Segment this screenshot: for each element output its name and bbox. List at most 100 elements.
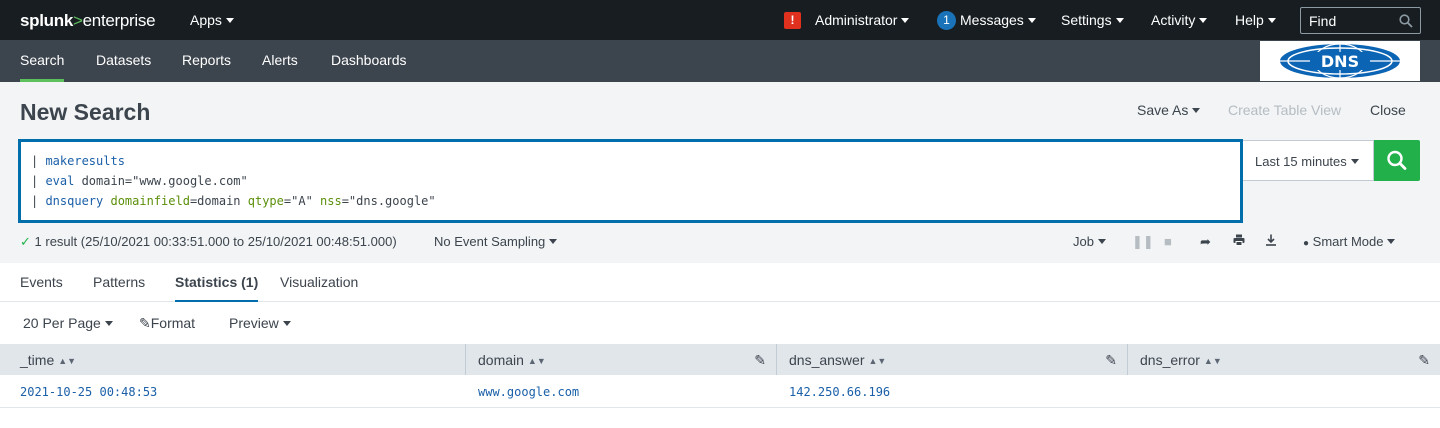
query-arg-value: ="A" (283, 194, 313, 208)
tab-statistics[interactable]: Statistics (1) (175, 274, 259, 302)
table-controls: 20 Per Page ✎Format Preview (0, 303, 1440, 344)
share-icon[interactable]: ➦ (1200, 234, 1211, 250)
create-table-view-button[interactable]: Create Table View (1228, 102, 1341, 118)
export-icon[interactable] (1265, 234, 1277, 249)
find-placeholder: Find (1309, 13, 1337, 29)
query-arg-value: =domain (189, 194, 241, 208)
query-line: | eval domain="www.google.com" (31, 174, 248, 188)
nav-datasets[interactable]: Datasets (96, 52, 151, 68)
job-label: Job (1073, 234, 1094, 249)
pause-icon[interactable]: ❚❚ (1132, 234, 1154, 250)
page-title: New Search (20, 99, 151, 125)
column-label: dns_error (1140, 352, 1200, 368)
format-button[interactable]: ✎Format (139, 315, 195, 332)
save-as-label: Save As (1137, 102, 1189, 118)
pencil-icon: ✎ (139, 315, 151, 331)
query-line: | makeresults (31, 154, 125, 168)
activity-label: Activity (1151, 12, 1196, 28)
nav-search[interactable]: Search (20, 52, 65, 82)
pencil-icon[interactable]: ✎ (754, 352, 766, 369)
sort-icon[interactable]: ▲▼ (58, 356, 76, 366)
chevron-down-icon (104, 320, 113, 326)
nav-reports[interactable]: Reports (182, 52, 231, 68)
tab-patterns[interactable]: Patterns (93, 274, 145, 290)
chevron-down-icon (1267, 17, 1276, 23)
search-icon (1387, 150, 1407, 170)
pencil-icon[interactable]: ✎ (1418, 352, 1430, 369)
nav-alerts[interactable]: Alerts (262, 52, 298, 68)
query-pipe: | (31, 194, 46, 208)
user-menu[interactable]: Administrator (815, 12, 910, 28)
print-icon[interactable] (1233, 234, 1245, 249)
query-arg-value: ="dns.google" (341, 194, 436, 208)
tab-events[interactable]: Events (20, 274, 63, 290)
query-command: makeresults (45, 154, 125, 168)
search-icon (1399, 14, 1413, 28)
chevron-down-icon (1097, 239, 1106, 245)
chevron-down-icon (1350, 159, 1359, 165)
event-sampling-dropdown[interactable]: No Event Sampling (434, 234, 558, 249)
chevron-down-icon (1387, 239, 1396, 245)
cell-time[interactable]: 2021-10-25 00:48:53 (20, 385, 157, 399)
messages-count-badge[interactable]: 1 (937, 11, 956, 30)
dns-globe-icon: DNS (1280, 43, 1400, 79)
preview-dropdown[interactable]: Preview (229, 315, 291, 331)
query-arg-name: qtype (240, 194, 284, 208)
close-button[interactable]: Close (1370, 102, 1406, 118)
time-range-picker[interactable]: Last 15 minutes (1243, 140, 1374, 181)
top-bar: splunk>enterprise Apps ! Administrator 1… (0, 0, 1440, 40)
query-args: domain="www.google.com" (74, 174, 248, 188)
sort-icon[interactable]: ▲▼ (1204, 356, 1222, 366)
query-line: | dnsquery domainfield=domain qtype="A" … (31, 194, 436, 208)
query-arg-name: domainfield (103, 194, 190, 208)
search-mode-label: Smart Mode (1312, 234, 1384, 249)
pencil-icon[interactable]: ✎ (1105, 352, 1117, 369)
column-label: dns_answer (789, 352, 865, 368)
sort-icon[interactable]: ▲▼ (528, 356, 546, 366)
run-search-button[interactable] (1374, 140, 1420, 181)
event-sampling-label: No Event Sampling (434, 234, 546, 249)
help-menu[interactable]: Help (1235, 12, 1276, 28)
save-as-button[interactable]: Save As (1137, 102, 1201, 118)
job-menu[interactable]: Job (1073, 234, 1106, 249)
settings-menu[interactable]: Settings (1061, 12, 1124, 28)
results-tabs: Events Patterns Statistics (1) Visualiza… (0, 263, 1440, 302)
lightbulb-icon: ● (1303, 238, 1310, 249)
tab-visualization[interactable]: Visualization (280, 274, 358, 290)
messages-menu[interactable]: Messages (960, 12, 1036, 28)
column-header-domain[interactable]: domain ▲▼ ✎ (466, 344, 777, 375)
results-table-header: _time ▲▼ domain ▲▼ ✎ dns_answer ▲▼ ✎ dns_er… (0, 344, 1440, 375)
alert-icon[interactable]: ! (784, 12, 801, 29)
dns-app-logo: DNS (1260, 41, 1420, 81)
search-query-editor[interactable]: | makeresults | eval domain="www.google.… (18, 139, 1243, 223)
help-label: Help (1235, 12, 1264, 28)
column-header-dns-error[interactable]: dns_error ▲▼ ✎ (1128, 344, 1440, 375)
chevron-down-icon (1027, 17, 1036, 23)
cell-domain[interactable]: www.google.com (478, 385, 579, 399)
cell-dns-answer[interactable]: 142.250.66.196 (789, 385, 890, 399)
format-label: Format (150, 315, 196, 331)
column-header-dns-answer[interactable]: dns_answer ▲▼ ✎ (777, 344, 1128, 375)
chevron-down-icon (1199, 17, 1208, 23)
per-page-label: 20 Per Page (23, 315, 101, 331)
dns-logo-text: DNS (1321, 52, 1359, 71)
result-summary-text: 1 result (25/10/2021 00:33:51.000 to 25/… (34, 234, 397, 249)
stop-icon[interactable]: ■ (1164, 234, 1172, 249)
job-status-bar: ✓ 1 result (25/10/2021 00:33:51.000 to 2… (0, 232, 1440, 252)
search-mode-dropdown[interactable]: ● Smart Mode (1303, 234, 1396, 249)
chevron-down-icon (901, 17, 910, 23)
activity-menu[interactable]: Activity (1151, 12, 1208, 28)
checkmark-icon: ✓ (20, 234, 31, 249)
result-summary: ✓ 1 result (25/10/2021 00:33:51.000 to 2… (20, 234, 397, 250)
per-page-dropdown[interactable]: 20 Per Page (23, 315, 113, 331)
messages-label: Messages (960, 12, 1024, 28)
sort-icon[interactable]: ▲▼ (869, 356, 887, 366)
app-nav-bar: Search Datasets Reports Alerts Dashboard… (0, 40, 1440, 82)
nav-dashboards[interactable]: Dashboards (331, 52, 407, 68)
find-input[interactable]: Find (1300, 7, 1421, 34)
apps-menu[interactable]: Apps (190, 12, 234, 28)
chevron-down-icon (282, 320, 291, 326)
column-header-time[interactable]: _time ▲▼ (0, 344, 466, 375)
splunk-logo[interactable]: splunk>enterprise (20, 11, 156, 31)
preview-label: Preview (229, 315, 279, 331)
